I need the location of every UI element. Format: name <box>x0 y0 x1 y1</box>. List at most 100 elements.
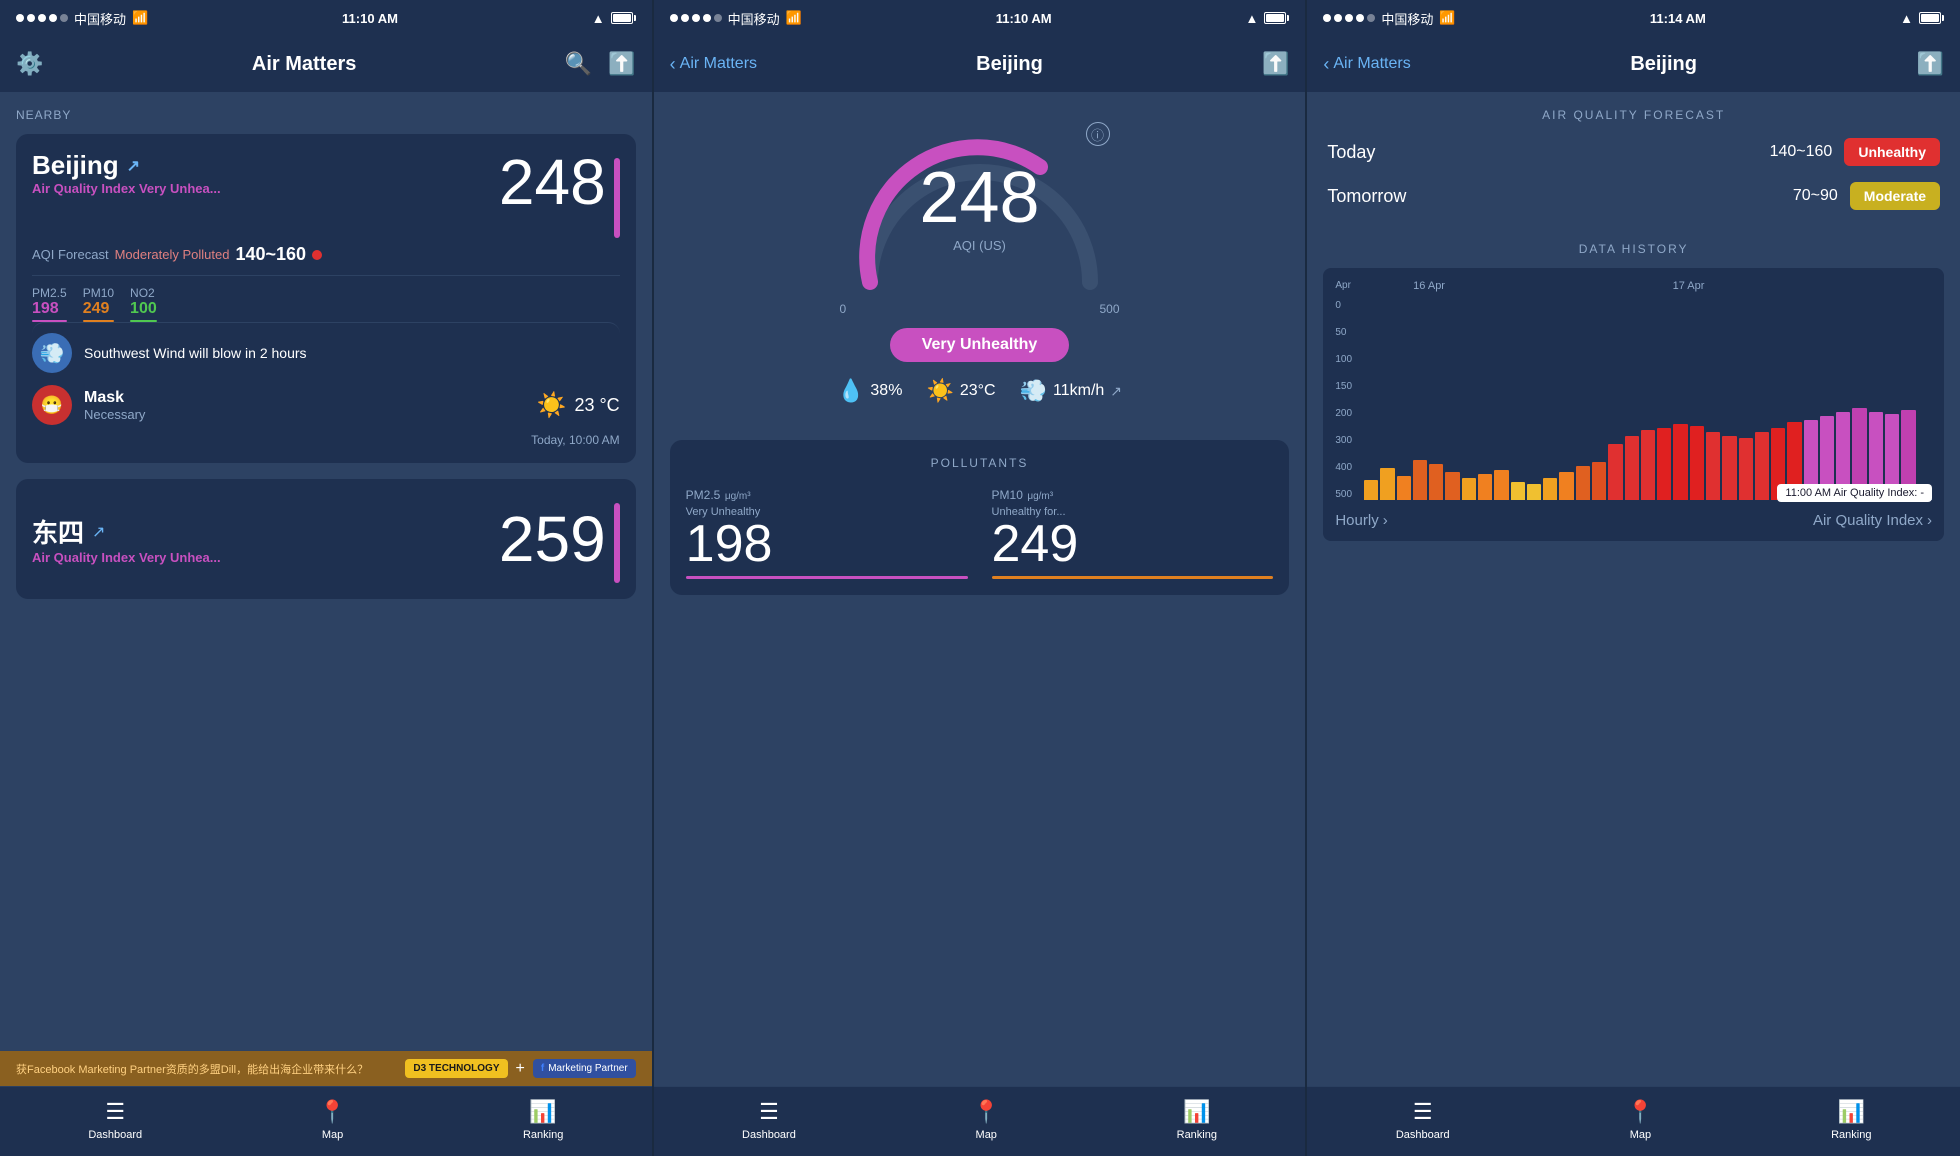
forecast-tomorrow: Tomorrow 70~90 Moderate <box>1327 182 1940 210</box>
chart-bar <box>1641 430 1655 500</box>
city-title-2: Beijing <box>976 53 1043 76</box>
status-right-2: ▲ <box>1245 11 1289 26</box>
chart-bar <box>1722 436 1736 500</box>
status-bar-3: 中国移动 📶 11:14 AM ▲ <box>1307 0 1960 36</box>
info-icon[interactable]: ⓘ <box>1086 122 1110 146</box>
chart-bar <box>1364 480 1378 500</box>
chart-bars <box>1364 300 1932 500</box>
chart-bar <box>1739 438 1753 500</box>
gear-icon[interactable]: ⚙️ <box>16 51 43 77</box>
chart-bar <box>1462 478 1476 500</box>
nav-bar-1: ⚙️ Air Matters 🔍 ⬆️ <box>0 36 652 92</box>
location-arrow-icon: ↗ <box>127 156 140 176</box>
timestamp: Today, 10:00 AM <box>32 433 620 447</box>
pm25-item: PM2.5 198 <box>32 286 67 322</box>
pollutants-row: PM2.5 198 PM10 249 NO2 100 <box>32 275 620 322</box>
tab-dashboard-3[interactable]: ☰ Dashboard <box>1396 1099 1450 1141</box>
gauge-container: ⓘ 248 AQI (US) 0 500 Very Unhealthy <box>654 92 1306 440</box>
city1-info: Beijing ↗ Air Quality Index Very Unhea..… <box>32 150 221 196</box>
mask-icon: 😷 <box>32 385 72 425</box>
ad-banner[interactable]: 获Facebook Marketing Partner资质的多盟Dill，能给出… <box>0 1051 652 1086</box>
screen-1: 中国移动 📶 11:10 AM ▲ ⚙️ Air Matters 🔍 ⬆️ <box>0 0 653 1156</box>
sun-icon-2: ☀️ <box>926 378 953 404</box>
signal-dots <box>16 14 68 22</box>
aqi-btn[interactable]: Air Quality Index › <box>1813 512 1932 529</box>
forecast-section: AIR QUALITY FORECAST Today 140~160 Unhea… <box>1307 92 1960 242</box>
no2-item: NO2 100 <box>130 286 157 322</box>
wifi-icon-2: 📶 <box>786 10 802 26</box>
nav-bar-2: ‹ Air Matters Beijing ⬆️ <box>654 36 1306 92</box>
tomorrow-range: 70~90 <box>1793 187 1838 205</box>
status-right-1: ▲ <box>592 11 636 26</box>
wind-icon-2: 💨 <box>1020 378 1047 404</box>
tab-map-label-3: Map <box>1630 1129 1651 1141</box>
status-left-1: 中国移动 📶 <box>16 9 148 28</box>
history-chart: Apr 16 Apr 17 Apr 500 400 300 200 150 10… <box>1323 268 1944 541</box>
today-badge: Unhealthy <box>1844 138 1940 166</box>
city2-aqi-label: Air Quality Index Very Unhea... <box>32 550 221 565</box>
ad-partner-btn[interactable]: f Marketing Partner <box>533 1059 636 1078</box>
wifi-icon: 📶 <box>132 10 148 26</box>
back-button-3[interactable]: ‹ Air Matters <box>1323 54 1410 75</box>
chart-bar <box>1576 466 1590 500</box>
gauge-wrapper: ⓘ 248 AQI (US) <box>840 112 1120 312</box>
pollutants-section: POLLUTANTS PM2.5 μg/m³ Very Unhealthy 19… <box>670 440 1290 595</box>
hourly-btn[interactable]: Hourly › <box>1335 512 1387 529</box>
share-icon-2[interactable]: ⬆️ <box>1262 51 1289 77</box>
city2-aqi-value: 259 <box>499 507 606 571</box>
aqi-bar-2 <box>614 503 620 583</box>
chart-tooltip: 11:00 AM Air Quality Index: - <box>1777 484 1932 502</box>
wind-text: Southwest Wind will blow in 2 hours <box>84 345 307 361</box>
temp-value: 23°C <box>960 382 996 400</box>
pm10-item: PM10 249 <box>83 286 114 322</box>
mask-row: 😷 Mask Necessary ☀️ 23 °C <box>32 385 620 425</box>
tab-dashboard-label-2: Dashboard <box>742 1129 796 1141</box>
tab-map-1[interactable]: 📍 Map <box>319 1099 346 1141</box>
dongsi-card[interactable]: 东四 ↗ Air Quality Index Very Unhea... 259 <box>16 479 636 599</box>
tab-dashboard-2[interactable]: ☰ Dashboard <box>742 1099 796 1141</box>
tab-ranking-2[interactable]: 📊 Ranking <box>1177 1099 1217 1141</box>
mask-sub: Necessary <box>84 407 145 422</box>
tab-map-2[interactable]: 📍 Map <box>973 1099 1000 1141</box>
date3: 17 Apr <box>1673 280 1932 292</box>
tab-ranking-label-1: Ranking <box>523 1129 563 1141</box>
tab-dashboard-label-3: Dashboard <box>1396 1129 1450 1141</box>
humidity-icon: 💧 <box>837 378 864 404</box>
carrier-1: 中国移动 <box>74 9 126 28</box>
wind-icon: 💨 <box>32 333 72 373</box>
tab-bar-3: ☰ Dashboard 📍 Map 📊 Ranking <box>1307 1086 1960 1156</box>
chart-bar <box>1559 472 1573 500</box>
forecast-today: Today 140~160 Unhealthy <box>1327 138 1940 166</box>
wind-value: 11km/h <box>1053 382 1104 400</box>
tab-dashboard-1[interactable]: ☰ Dashboard <box>88 1099 142 1141</box>
battery-3 <box>1919 12 1944 24</box>
screen-1-content: NEARBY Beijing ↗ Air Quality Index Very … <box>0 92 652 1051</box>
tab-map-3[interactable]: 📍 Map <box>1627 1099 1654 1141</box>
screen-2: 中国移动 📶 11:10 AM ▲ ‹ Air Matters Beijing … <box>654 0 1307 1156</box>
tab-ranking-1[interactable]: 📊 Ranking <box>523 1099 563 1141</box>
time-2: 11:10 AM <box>996 11 1052 26</box>
wind-item: 💨 11km/h ↗ <box>1020 378 1122 404</box>
ranking-icon-3: 📊 <box>1838 1099 1865 1125</box>
ad-button[interactable]: D3 TECHNOLOGY <box>405 1059 507 1078</box>
beijing-card[interactable]: Beijing ↗ Air Quality Index Very Unhea..… <box>16 134 636 463</box>
search-icon[interactable]: 🔍 <box>565 51 592 77</box>
temp-item: ☀️ 23°C <box>926 378 995 404</box>
pm10-block: PM10 μg/m³ Unhealthy for... 249 <box>992 486 1274 579</box>
history-section: DATA HISTORY Apr 16 Apr 17 Apr 500 400 3… <box>1307 242 1960 1086</box>
share-icon-3[interactable]: ⬆️ <box>1917 51 1944 77</box>
weather-row-2: 💧 38% ☀️ 23°C 💨 11km/h ↗ <box>837 378 1122 404</box>
city1-aqi-value: 248 <box>499 150 606 214</box>
location-icon-3: ▲ <box>1900 11 1913 26</box>
forecast-dot <box>312 250 322 260</box>
time-3: 11:14 AM <box>1650 11 1706 26</box>
gauge-value: 248 <box>919 162 1039 234</box>
dashboard-icon-3: ☰ <box>1413 1099 1433 1125</box>
gauge-center: 248 AQI (US) <box>919 162 1039 253</box>
chart-bar <box>1527 484 1541 500</box>
pollutants-grid: PM2.5 μg/m³ Very Unhealthy 198 PM10 μg/m… <box>686 486 1274 579</box>
sun-icon: ☀️ <box>537 391 567 420</box>
tab-ranking-3[interactable]: 📊 Ranking <box>1831 1099 1871 1141</box>
share-icon[interactable]: ⬆️ <box>608 51 635 77</box>
back-button-2[interactable]: ‹ Air Matters <box>670 54 757 75</box>
